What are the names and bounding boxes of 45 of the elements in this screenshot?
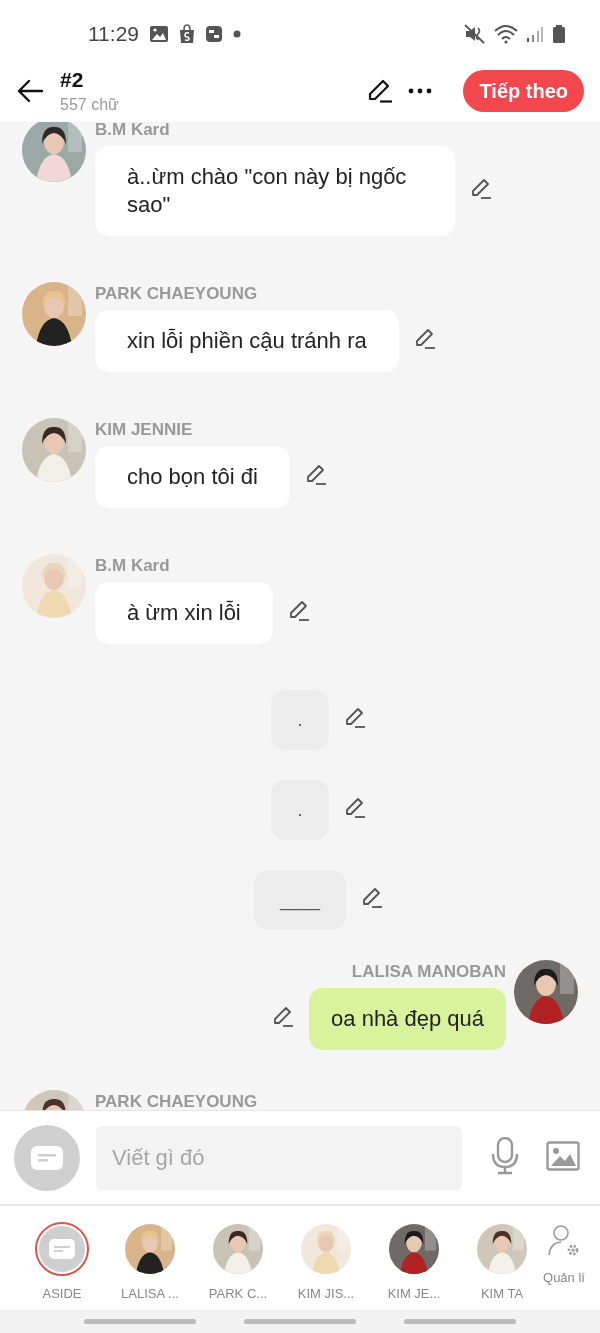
user-settings-icon[interactable]: [547, 1224, 581, 1258]
character-name: KIM JENNIE: [95, 420, 194, 440]
app-icon: [205, 25, 223, 43]
image-icon[interactable]: [546, 1140, 580, 1171]
cast-label[interactable]: LALISA ...: [121, 1286, 179, 1301]
message-bubble: cho bọn tôi đi: [95, 446, 290, 508]
cast-label[interactable]: ASIDE: [42, 1286, 82, 1301]
dot-icon: [231, 28, 243, 40]
status-time: 11:29: [88, 22, 139, 46]
cast-label[interactable]: PARK C...: [208, 1286, 268, 1301]
edit-icon[interactable]: [271, 1005, 296, 1029]
more-icon[interactable]: [407, 87, 434, 95]
battery-icon: [552, 24, 566, 44]
cast-label[interactable]: KIM JIS...: [297, 1286, 355, 1301]
word-count: 557 chữ: [60, 96, 119, 114]
message-input[interactable]: Viết gì đó: [96, 1125, 462, 1190]
message-bubble: xin lỗi phiền cậu tránh ra: [95, 310, 399, 372]
message-bubble: à..ừm chào "con này bị ngốc sao": [95, 146, 455, 236]
microphone-icon[interactable]: [490, 1136, 520, 1175]
wifi-icon: [494, 24, 518, 44]
cast-label[interactable]: KIM JE...: [387, 1286, 441, 1301]
message-bubble: à ừm xin lỗi: [95, 582, 273, 644]
character-name: LALISA MANOBAN: [351, 962, 506, 982]
manage-label[interactable]: Quản lí: [543, 1270, 585, 1285]
edit-icon[interactable]: [360, 886, 384, 910]
edit-icon[interactable]: [469, 177, 493, 201]
signal-icon: [526, 25, 544, 43]
character-name: PARK CHAEYOUNG: [95, 284, 259, 304]
character-name: B.M Kard: [95, 122, 171, 140]
back-arrow-icon[interactable]: [16, 77, 44, 105]
narration-bubble: .: [271, 780, 329, 840]
character-name: PARK CHAEYOUNG: [95, 1092, 258, 1110]
edit-icon[interactable]: [367, 78, 394, 104]
story-title: #2: [60, 68, 85, 92]
mute-icon: [464, 24, 486, 44]
gallery-icon: [149, 25, 169, 43]
aside-avatar[interactable]: [37, 1224, 87, 1274]
shopping-bag-icon: [177, 24, 197, 44]
next-button[interactable]: Tiếp theo: [463, 70, 584, 112]
character-name: B.M Kard: [95, 556, 171, 576]
message-bubble: oa nhà đẹp quá: [309, 988, 506, 1050]
narration-bubble: .: [271, 690, 329, 750]
narration-bubble: ____: [253, 870, 346, 930]
cast-label[interactable]: KIM TA: [480, 1286, 524, 1301]
note-icon: [30, 1144, 64, 1171]
